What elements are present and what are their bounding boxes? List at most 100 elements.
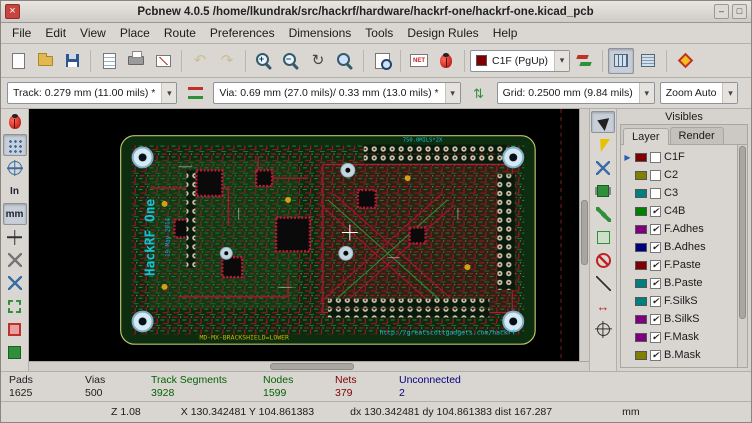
vertical-scroll-thumb[interactable] [581, 200, 588, 266]
menu-item-dimensions[interactable]: Dimensions [282, 24, 359, 42]
menu-item-preferences[interactable]: Preferences [203, 24, 282, 42]
layer-color-swatch[interactable] [635, 171, 647, 180]
layer-color-swatch[interactable] [635, 189, 647, 198]
layer-color-swatch[interactable] [635, 315, 647, 324]
high-contrast-button[interactable] [3, 341, 27, 363]
read-netlist-button[interactable]: NET [406, 48, 432, 74]
ratsnest-toggle-button[interactable] [3, 249, 27, 271]
layer-visibility-checkbox[interactable]: ✔ [650, 278, 661, 289]
layer-row[interactable]: ▶ ✔ C1F [621, 148, 737, 166]
layer-visibility-checkbox[interactable]: ✔ [650, 332, 661, 343]
layer-visibility-checkbox[interactable]: ✔ [650, 206, 661, 217]
canvas-vertical-scrollbar[interactable] [579, 109, 589, 361]
route-tracks-button[interactable] [591, 203, 615, 225]
layer-row[interactable]: ✔ C4B [621, 202, 737, 220]
track-width-selector[interactable]: Track: 0.279 mm (11.00 mils) * ▾ [7, 82, 177, 104]
grid-toggle-button[interactable] [3, 134, 27, 156]
layer-visibility-checkbox[interactable]: ✔ [650, 170, 661, 181]
zoom-selector[interactable]: Zoom Auto ▾ [660, 82, 739, 104]
layer-row[interactable]: ✔ C2 [621, 166, 737, 184]
pcb-canvas[interactable]: HackRF One 19 May 2014 MD-MX-BRACKSHIELD… [29, 109, 579, 361]
menu-item-design-rules[interactable]: Design Rules [400, 24, 485, 42]
menu-item-file[interactable]: File [5, 24, 38, 42]
layer-color-swatch[interactable] [635, 279, 647, 288]
tab-render[interactable]: Render [670, 127, 724, 144]
layer-visibility-checkbox[interactable]: ✔ [650, 152, 661, 163]
layer-color-swatch[interactable] [635, 207, 647, 216]
menu-item-view[interactable]: View [73, 24, 113, 42]
pads-sketch-button[interactable] [3, 318, 27, 340]
layer-row[interactable]: ✔ F.Adhes [621, 220, 737, 238]
page-settings-button[interactable] [96, 48, 122, 74]
layer-color-swatch[interactable] [635, 297, 647, 306]
layers-manager-toggle-button[interactable] [608, 48, 634, 74]
tab-layer[interactable]: Layer [623, 128, 669, 145]
zoom-fit-button[interactable] [332, 48, 358, 74]
horizontal-scroll-thumb[interactable] [270, 363, 354, 370]
layer-color-swatch[interactable] [635, 261, 647, 270]
add-target-button[interactable] [591, 318, 615, 340]
layers-panel-scrollbar[interactable] [737, 145, 747, 367]
microwave-tools-button[interactable] [635, 48, 661, 74]
track-via-swap-button[interactable]: ⇅ [466, 80, 492, 106]
drc-toggle-button[interactable] [3, 111, 27, 133]
undo-button[interactable]: ↶ [187, 48, 213, 74]
select-tool-button[interactable] [591, 111, 615, 133]
menu-item-help[interactable]: Help [486, 24, 525, 42]
auto-track-width-button[interactable] [182, 80, 208, 106]
menu-item-place[interactable]: Place [113, 24, 157, 42]
add-dimension-button[interactable]: ↔ [591, 295, 615, 317]
maximize-button[interactable]: □ [732, 4, 747, 19]
add-footprint-button[interactable] [591, 180, 615, 202]
layer-visibility-checkbox[interactable]: ✔ [650, 188, 661, 199]
layer-selector[interactable]: C1F (PgUp) ▾ [470, 50, 570, 72]
layer-row[interactable]: ✔ F.Mask [621, 328, 737, 346]
module-ratsnest-button[interactable] [3, 272, 27, 294]
add-line-button[interactable] [591, 272, 615, 294]
cursor-shape-button[interactable] [3, 226, 27, 248]
open-board-button[interactable] [32, 48, 58, 74]
units-mm-button[interactable]: mm [3, 203, 27, 225]
layer-visibility-checkbox[interactable]: ✔ [650, 224, 661, 235]
local-ratsnest-button[interactable] [591, 157, 615, 179]
layer-color-swatch[interactable] [635, 225, 647, 234]
layer-visibility-checkbox[interactable]: ✔ [650, 314, 661, 325]
layer-row[interactable]: ✔ B.SilkS [621, 310, 737, 328]
layer-row[interactable]: ✔ B.Paste [621, 274, 737, 292]
menu-item-tools[interactable]: Tools [358, 24, 400, 42]
zoom-in-button[interactable]: + [251, 48, 277, 74]
menu-item-edit[interactable]: Edit [38, 24, 73, 42]
layer-row[interactable]: ✔ F.SilkS [621, 292, 737, 310]
plot-button[interactable] [150, 48, 176, 74]
new-board-button[interactable] [5, 48, 31, 74]
zones-toggle-button[interactable] [3, 295, 27, 317]
drc-button[interactable] [433, 48, 459, 74]
layer-visibility-checkbox[interactable]: ✔ [650, 260, 661, 271]
layer-color-swatch[interactable] [635, 333, 647, 342]
layer-color-swatch[interactable] [635, 153, 647, 162]
find-button[interactable] [369, 48, 395, 74]
layer-row[interactable]: ✔ B.Mask [621, 346, 737, 364]
print-button[interactable] [123, 48, 149, 74]
layer-row[interactable]: ✔ C3 [621, 184, 737, 202]
save-board-button[interactable] [59, 48, 85, 74]
layer-row[interactable]: ✔ F.Paste [621, 256, 737, 274]
layer-row[interactable]: ✔ B.Adhes [621, 238, 737, 256]
layer-visibility-checkbox[interactable]: ✔ [650, 350, 661, 361]
select-layer-pair-button[interactable] [571, 48, 597, 74]
layer-visibility-checkbox[interactable]: ✔ [650, 242, 661, 253]
freeroute-button[interactable] [672, 48, 698, 74]
layer-color-swatch[interactable] [635, 243, 647, 252]
highlight-net-button[interactable] [591, 134, 615, 156]
add-keepout-button[interactable] [591, 249, 615, 271]
polar-coords-button[interactable] [3, 157, 27, 179]
close-button[interactable]: × [5, 4, 20, 19]
grid-selector[interactable]: Grid: 0.2500 mm (9.84 mils) ▾ [497, 82, 655, 104]
zoom-out-button[interactable]: − [278, 48, 304, 74]
canvas-horizontal-scrollbar[interactable] [29, 361, 589, 371]
layers-scroll-thumb[interactable] [739, 146, 746, 319]
layer-color-swatch[interactable] [635, 351, 647, 360]
zoom-redraw-button[interactable]: ↻ [305, 48, 331, 74]
add-zone-button[interactable] [591, 226, 615, 248]
menu-item-route[interactable]: Route [157, 24, 203, 42]
